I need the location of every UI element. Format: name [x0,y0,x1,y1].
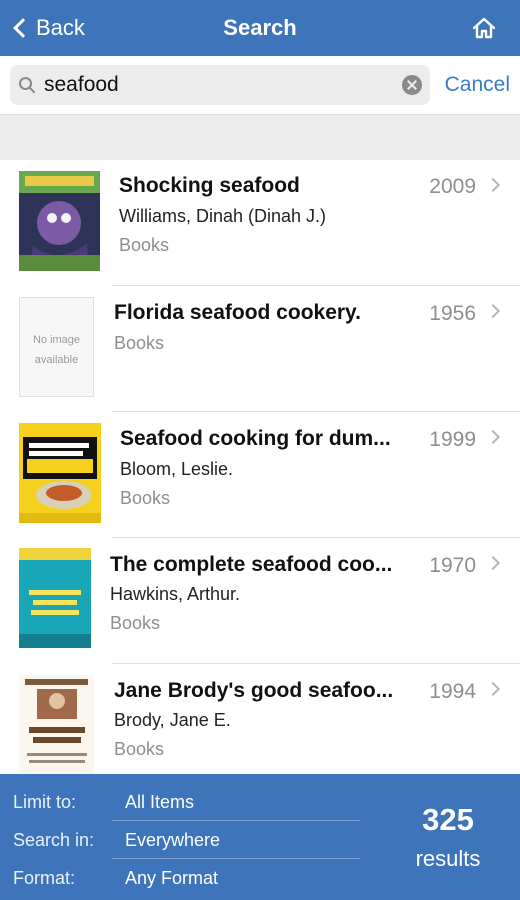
book-cover [19,675,94,774]
section-spacer [0,114,520,160]
results-count-label: results [415,846,481,871]
filter-value[interactable]: All Items [125,792,194,813]
search-icon [19,77,35,93]
result-title: The complete seafood coo... [110,553,393,576]
back-label: Back [36,15,85,40]
result-format: Books [110,613,161,633]
chevron-right-icon [485,555,501,571]
list-item[interactable]: No image available Florida seafood cooke… [0,286,520,412]
filter-label: Limit to: [13,792,77,812]
list-item[interactable]: The complete seafood coo... Hawkins, Art… [0,538,520,664]
result-year: 1956 [429,302,476,325]
result-title: Jane Brody's good seafoo... [114,679,394,702]
filter-format-row[interactable]: Format: Any Format [0,859,360,897]
book-cover [19,548,91,653]
result-author: Brody, Jane E. [114,710,231,730]
result-year: 1999 [429,428,476,451]
filter-value[interactable]: Everywhere [125,830,220,851]
results-count: 325 [422,802,474,837]
result-title: Florida seafood cookery. [114,301,362,324]
nav-bar: Back Search [0,0,520,56]
chevron-right-icon [485,177,501,193]
result-format: Books [114,739,165,759]
result-year: 2009 [429,175,476,198]
result-author: Hawkins, Arthur. [110,584,241,604]
result-year: 1970 [429,554,476,577]
clear-icon[interactable] [402,75,422,95]
filter-footer: Limit to: All Items Search in: Everywher… [0,774,520,900]
filter-label: Format: [13,868,76,888]
result-author: Bloom, Leslie. [120,459,234,479]
result-format: Books [119,235,170,255]
result-author: Williams, Dinah (Dinah J.) [119,206,327,226]
list-item[interactable]: Shocking seafood Williams, Dinah (Dinah … [0,160,520,286]
filter-label: Search in: [13,830,95,850]
chevron-right-icon [485,303,501,319]
search-input[interactable] [44,65,404,105]
filter-search-in-row[interactable]: Search in: Everywhere [0,821,360,859]
chevron-right-icon [485,681,501,697]
result-title: Seafood cooking for dum... [120,427,391,450]
list-item[interactable]: Seafood cooking for dum... Bloom, Leslie… [0,412,520,538]
results-list: Shocking seafood Williams, Dinah (Dinah … [0,160,520,774]
cancel-button[interactable]: Cancel [445,56,510,114]
book-cover: No image available [19,297,94,397]
list-item[interactable]: Jane Brody's good seafoo... Brody, Jane … [0,664,520,774]
home-icon[interactable] [470,14,498,42]
result-format: Books [120,488,171,508]
filter-value[interactable]: Any Format [125,868,218,889]
search-bar: Cancel [0,56,520,114]
result-title: Shocking seafood [119,174,300,197]
chevron-right-icon [485,429,501,445]
book-cover [19,171,100,276]
search-field [10,65,430,105]
result-format: Books [114,333,165,353]
filter-limit-row[interactable]: Limit to: All Items [0,783,360,821]
result-year: 1994 [429,680,476,703]
book-cover [19,423,101,528]
no-image-text: No image available [32,334,81,366]
chevron-left-icon [13,18,33,38]
back-button[interactable]: Back [8,0,85,56]
